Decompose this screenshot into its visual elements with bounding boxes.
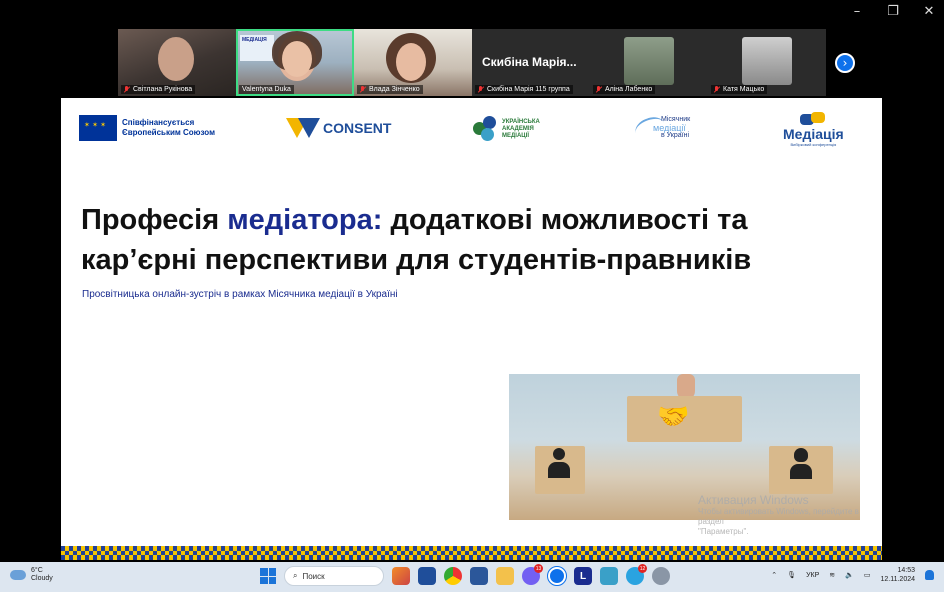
participant-display-name: Скибіна Марія...	[482, 55, 577, 69]
taskbar-clock[interactable]: 14:53 12.11.2024	[880, 566, 915, 584]
participant-strip: Світлана Рукінова МЕДІАЦІЯ Valentyna Duk…	[118, 29, 826, 96]
eu-logo: Співфінансується Європейським Союзом	[79, 115, 215, 141]
participant-name: Скибіна Марія 115 группа	[487, 86, 570, 93]
participant-avatar	[624, 37, 674, 85]
battery-icon[interactable]: ▭	[864, 571, 871, 579]
windows-activation-watermark: Активация Windows Чтобы активировать Win…	[698, 494, 882, 537]
participant-tile[interactable]: Скибіна Марія... Скибіна Марія 115 групп…	[472, 29, 590, 96]
taskbar-search[interactable]: ⌕ Поиск	[284, 566, 384, 586]
participant-name: Valentyna Duka	[242, 86, 291, 93]
title-highlight: медіатора:	[227, 204, 383, 236]
participant-tile-active-speaker[interactable]: МЕДІАЦІЯ Valentyna Duka	[236, 29, 354, 96]
participant-name: Аліна Лабенко	[605, 86, 653, 93]
clock-date: 12.11.2024	[880, 576, 915, 583]
search-icon: ⌕	[293, 571, 298, 580]
l-app-icon[interactable]: L	[574, 567, 592, 585]
app-icon[interactable]	[392, 567, 410, 585]
participant-name: Катя Мацько	[723, 86, 765, 93]
save-app-icon[interactable]	[418, 567, 436, 585]
mediation-month-logo: Місячник медіації в Україні	[632, 113, 690, 143]
participant-avatar	[742, 37, 792, 85]
academy-mark-icon	[473, 116, 499, 142]
shared-screen-slide: Співфінансується Європейським Союзом CON…	[61, 98, 882, 560]
wifi-icon[interactable]: ≋	[829, 571, 835, 579]
mic-muted-icon	[596, 86, 602, 93]
cloud-icon	[10, 570, 26, 580]
restore-button[interactable]: ❐	[886, 4, 900, 19]
mediation-logo-title: Медіація	[783, 126, 844, 142]
academy-logo-line3: МЕДІАЦІЇ	[502, 132, 529, 139]
weather-desc: Cloudy	[31, 575, 53, 582]
minimize-button[interactable]: –	[850, 4, 864, 19]
month-logo-line3: в Україні	[661, 132, 690, 139]
mediation-logo-subtitle: Вибірковий конференція	[790, 142, 837, 147]
participant-video	[158, 37, 194, 81]
search-placeholder: Поиск	[302, 571, 325, 581]
eu-logo-line2: Європейським Союзом	[122, 128, 215, 137]
window-controls: – ❐ ✕	[850, 4, 936, 19]
windows-start-button[interactable]	[260, 568, 276, 584]
participant-face	[282, 41, 312, 77]
eu-logo-line1: Співфінансується	[122, 118, 195, 127]
watermark-title: Активация Windows	[698, 493, 809, 507]
windows-taskbar: 6°C Cloudy ⌕ Поиск 13 L 12 ⌃ 🎙 УКР ≋ 🔈 ▭…	[0, 562, 944, 592]
consent-logo: CONSENT	[286, 118, 391, 138]
chevron-up-icon[interactable]: ⌃	[771, 571, 777, 579]
participant-name: Влада Зінченко	[369, 86, 420, 93]
next-participants-button[interactable]: ›	[835, 53, 855, 73]
speech-bubbles-icon	[800, 112, 826, 126]
mediation-logo: Медіація Вибірковий конференція	[783, 112, 844, 147]
notification-bell-icon[interactable]	[925, 570, 934, 580]
notification-badge: 12	[638, 564, 647, 573]
academy-logo-line1: УКРАЇНСЬКА	[502, 118, 540, 125]
clock-time: 14:53	[897, 567, 915, 574]
folder-icon[interactable]	[496, 567, 514, 585]
system-tray: ⌃ 🎙 УКР ≋ 🔈 ▭ 14:53 12.11.2024	[771, 566, 934, 584]
weather-temp: 6°C	[31, 567, 43, 574]
viber-icon[interactable]: 13	[522, 564, 543, 585]
close-button[interactable]: ✕	[922, 4, 936, 19]
mic-muted-icon	[478, 86, 484, 93]
language-indicator[interactable]: УКР	[806, 572, 819, 579]
partner-logos: Співфінансується Європейським Союзом CON…	[61, 110, 882, 150]
slide-title: Професія медіатора: додаткові можливості…	[81, 204, 752, 276]
consent-mark-icon	[286, 118, 320, 138]
settings-gear-icon[interactable]	[652, 567, 670, 585]
consent-logo-text: CONSENT	[323, 120, 392, 136]
eu-flag-icon	[79, 115, 117, 141]
mic-muted-icon	[124, 86, 130, 93]
microphone-icon[interactable]: 🎙	[787, 571, 796, 579]
notification-badge: 13	[534, 564, 543, 573]
woman-silhouette-icon	[789, 448, 813, 482]
watermark-line2: Чтобы активировать Windows, перейдите в …	[698, 507, 859, 526]
taskbar-apps: ⌕ Поиск 13 L 12	[260, 564, 670, 586]
handshake-icon: 🤝	[657, 402, 690, 432]
photos-icon[interactable]	[600, 567, 618, 585]
word-icon[interactable]	[470, 567, 488, 585]
mic-muted-icon	[714, 86, 720, 93]
telegram-icon[interactable]: 12	[626, 564, 647, 585]
participant-tile[interactable]: Катя Мацько	[708, 29, 826, 96]
chrome-icon[interactable]	[444, 567, 462, 585]
slide-subtitle: Просвітницька онлайн-зустріч в рамках Мі…	[82, 289, 398, 300]
month-logo-line2: медіації	[653, 123, 686, 133]
background-poster: МЕДІАЦІЯ	[240, 35, 274, 61]
weather-widget[interactable]: 6°C Cloudy	[10, 567, 53, 583]
ornament-border	[61, 546, 882, 560]
participant-face	[396, 43, 426, 81]
man-silhouette-icon	[547, 448, 571, 482]
zoom-icon[interactable]	[547, 566, 567, 586]
academy-logo-line2: АКАДЕМІЯ	[502, 125, 534, 132]
mic-muted-icon	[360, 86, 366, 93]
chevron-right-icon: ›	[842, 56, 848, 70]
watermark-line3: "Параметры".	[698, 527, 749, 536]
participant-tile[interactable]: Аліна Лабенко	[590, 29, 708, 96]
academy-logo: УКРАЇНСЬКА АКАДЕМІЯ МЕДІАЦІЇ	[473, 116, 540, 142]
zoom-meeting-window: – ❐ ✕ Світлана Рукінова МЕДІАЦІЯ Valenty…	[0, 0, 944, 592]
participant-tile[interactable]: Влада Зінченко	[354, 29, 472, 96]
participant-tile[interactable]: Світлана Рукінова	[118, 29, 236, 96]
volume-icon[interactable]: 🔈	[845, 571, 854, 579]
participant-name: Світлана Рукінова	[133, 86, 193, 93]
